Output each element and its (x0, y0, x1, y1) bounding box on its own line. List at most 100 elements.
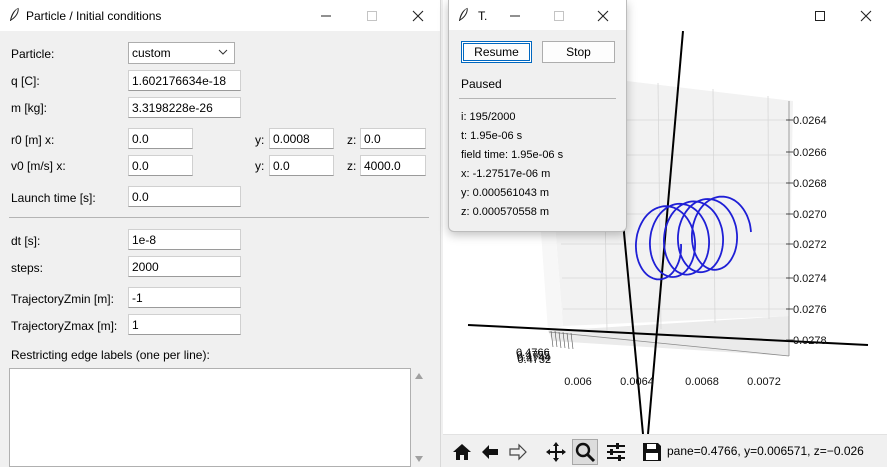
control-maximize-button[interactable] (536, 0, 582, 31)
subplots-button[interactable] (603, 439, 629, 465)
close-icon (412, 10, 424, 21)
maximize-icon (367, 10, 377, 21)
v0-x-input[interactable]: 0.0 (128, 155, 193, 176)
control-minimize-button[interactable] (492, 0, 538, 31)
scroll-up-arrow-icon[interactable] (415, 373, 423, 379)
feather-icon (459, 7, 468, 21)
v0-label: v0 [m/s] x: (11, 159, 66, 173)
bottom-axis-tick-label: 0.0072 (747, 376, 781, 388)
minimize-icon (321, 15, 331, 16)
pan-icon (546, 442, 566, 462)
bottom-axis-tick-label: 0.006 (564, 376, 592, 388)
v0-y-label: y: (255, 159, 265, 173)
right-axis-tick-label: 0.0264 (793, 115, 827, 127)
zmin-input[interactable]: -1 (128, 287, 241, 308)
bottom-axis-ticks: 0.006 0.0064 0.0068 0.0072 (564, 376, 781, 388)
info-field-time: field time: 1.95e-06 s (461, 149, 564, 161)
right-axis-tick-label: 0.0266 (793, 147, 827, 159)
zmin-label: TrajectoryZmin [m]: (11, 292, 114, 306)
home-button[interactable] (449, 439, 475, 465)
particle-select-value: custom (132, 46, 171, 60)
r0-label: r0 [m] x: (11, 133, 55, 147)
steps-label: steps: (11, 261, 44, 275)
launch-time-label: Launch time [s]: (11, 191, 96, 205)
r0-y-input[interactable]: 0.0008 (269, 128, 334, 149)
edges-textarea[interactable] (9, 368, 411, 467)
r0-z-label: z: (347, 133, 357, 147)
stop-button[interactable]: Stop (542, 41, 615, 63)
plot-toolbar: pane=0.4766, y=0.006571, z=−0.026 (443, 434, 887, 467)
feather-icon (10, 7, 19, 21)
save-button[interactable] (639, 439, 665, 465)
m-label: m [kg]: (11, 101, 48, 115)
maximize-icon (815, 10, 825, 21)
launch-time-input[interactable]: 0.0 (128, 186, 241, 207)
scroll-down-arrow-icon[interactable] (415, 456, 423, 462)
right-axis-tick-label: 0.0274 (793, 273, 827, 285)
minimize-button[interactable] (303, 0, 349, 31)
forward-icon (509, 443, 527, 461)
r0-y-label: y: (255, 133, 265, 147)
q-input[interactable]: 1.602176634e-18 (128, 70, 241, 91)
control-window-titlebar[interactable]: T. (449, 0, 626, 30)
particle-window-titlebar[interactable]: Particle / Initial conditions (0, 0, 440, 31)
bottom-axis-tick-label: 0.0064 (620, 376, 654, 388)
right-axis-ticks: 0.0264 0.0266 0.0268 0.0270 0.0272 0.0274 0.02… (786, 115, 827, 347)
info-z: z: 0.000570558 m (461, 206, 550, 218)
right-axis-tick-label: 0.0276 (793, 304, 827, 316)
control-divider (459, 98, 616, 99)
info-time: t: 1.95e-06 s (461, 130, 523, 142)
zmax-input[interactable]: 1 (128, 314, 241, 335)
zoom-button[interactable] (572, 439, 598, 465)
resume-button[interactable]: Resume (461, 41, 532, 63)
particle-label: Particle: (11, 47, 55, 61)
close-button[interactable] (395, 0, 441, 31)
info-step: i: 195/2000 (461, 111, 516, 123)
info-x: x: -1.27517e-06 m (461, 168, 551, 180)
particle-select[interactable]: custom (128, 42, 235, 64)
plot-close-button[interactable] (843, 0, 887, 31)
right-axis-tick-label: 0.0278 (793, 335, 827, 347)
right-axis-tick-label: 0.0272 (793, 239, 827, 251)
run-state-label: Paused (461, 77, 502, 91)
control-close-button[interactable] (580, 0, 626, 31)
control-window-title: T. (478, 9, 488, 23)
back-button[interactable] (477, 439, 503, 465)
edges-scrollbar[interactable] (411, 368, 428, 467)
cursor-status: pane=0.4766, y=0.006571, z=−0.026 (667, 444, 864, 458)
bottom-axis-tick-label: 0.0068 (685, 376, 719, 388)
dt-label: dt [s]: (11, 234, 41, 248)
chevron-down-icon (218, 49, 228, 55)
close-icon (597, 10, 609, 21)
right-axis-tick-label: 0.0270 (793, 209, 827, 221)
right-axis-tick-label: 0.0268 (793, 178, 827, 190)
close-icon (860, 10, 872, 21)
forward-button[interactable] (505, 439, 531, 465)
zmax-label: TrajectoryZmax [m]: (11, 319, 118, 333)
subplots-icon (607, 443, 625, 461)
maximize-icon (554, 10, 564, 21)
q-label: q [C]: (11, 74, 40, 88)
info-y: y: 0.000561043 m (461, 187, 550, 199)
particle-window: Particle / Initial conditions Particle: … (0, 0, 441, 467)
steps-input[interactable]: 2000 (128, 256, 241, 277)
r0-z-input[interactable]: 0.0 (360, 128, 426, 149)
edges-label: Restricting edge labels (one per line): (11, 348, 210, 362)
window-title: Particle / Initial conditions (26, 9, 162, 23)
plot-maximize-button[interactable] (797, 0, 843, 31)
left-axis-tick-label: 0.4732 (518, 354, 552, 366)
minimize-icon (510, 15, 520, 16)
m-input[interactable]: 3.3198228e-26 (128, 97, 241, 118)
back-icon (482, 445, 498, 459)
zoom-icon (575, 442, 596, 463)
v0-z-input[interactable]: 4000.0 (360, 155, 426, 176)
pan-button[interactable] (543, 439, 569, 465)
save-icon (643, 443, 661, 461)
home-icon (453, 444, 471, 460)
maximize-button[interactable] (349, 0, 395, 31)
r0-x-input[interactable]: 0.0 (128, 128, 193, 149)
dt-input[interactable]: 1e-8 (128, 229, 241, 250)
v0-y-input[interactable]: 0.0 (269, 155, 334, 176)
v0-z-label: z: (347, 159, 357, 173)
simulation-control-window: T. Resume Stop Paused i: 195/2000 t: 1.9… (448, 0, 627, 232)
